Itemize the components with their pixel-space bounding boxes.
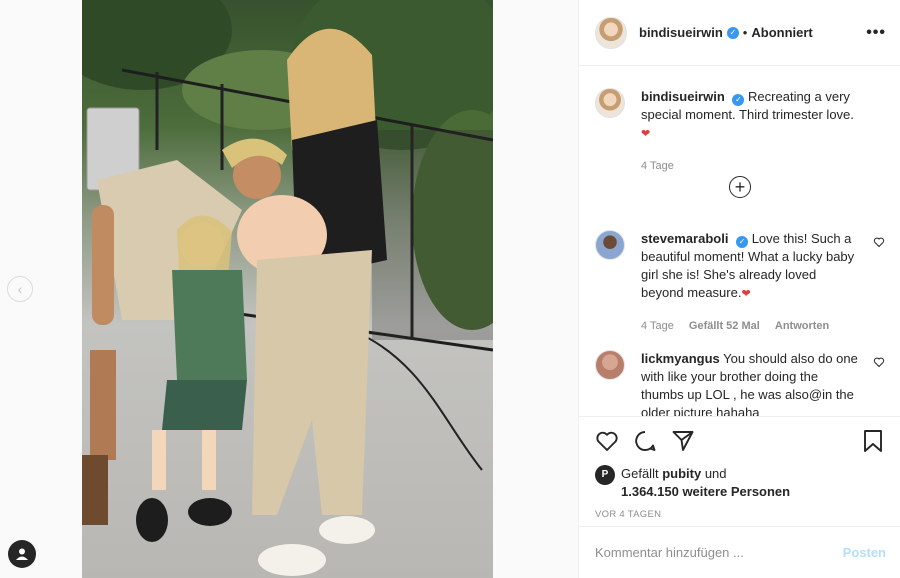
post-sidebar: bindisueirwin ✓ • Abonniert ••• bindisue… (578, 0, 900, 578)
comment-username[interactable]: stevemaraboli (641, 231, 728, 246)
likes-prefix: Gefällt (621, 466, 659, 481)
more-icon[interactable]: ••• (866, 24, 886, 42)
verified-icon: ✓ (732, 94, 745, 106)
caption-item: bindisueirwin ✓ Recreating a very specia… (595, 88, 885, 175)
comment-icon[interactable] (633, 429, 657, 453)
liker-username[interactable]: pubity (662, 466, 701, 481)
commenter-avatar[interactable] (595, 230, 625, 260)
photo-illustration (82, 0, 493, 576)
liker-avatar[interactable]: P (595, 465, 615, 485)
caption-username[interactable]: bindisueirwin (641, 89, 725, 104)
previous-post-button[interactable]: ‹ (7, 276, 33, 302)
profile-button[interactable] (8, 540, 36, 568)
verified-icon: ✓ (726, 26, 739, 39)
comment-item: lickmyangus You should also do one with … (595, 350, 885, 416)
like-comment-icon[interactable] (873, 356, 885, 368)
commenter-avatar[interactable] (595, 350, 625, 380)
like-comment-icon[interactable] (873, 236, 885, 248)
verified-icon: ✓ (736, 236, 749, 248)
comment-input[interactable] (595, 545, 843, 560)
bookmark-icon[interactable] (862, 429, 884, 453)
separator-dot: • (742, 25, 748, 40)
post-header: bindisueirwin ✓ • Abonniert ••• (579, 0, 900, 66)
author-username[interactable]: bindisueirwin (639, 25, 723, 40)
heart-emoji-icon: ❤ (641, 128, 651, 140)
profile-icon (16, 548, 28, 560)
post-actions: P Gefällt pubity und 1.364.150 weitere P… (579, 416, 900, 520)
post-photo[interactable] (82, 0, 493, 578)
follow-status-button[interactable]: Abonniert (751, 25, 812, 40)
heart-icon[interactable] (595, 429, 619, 453)
add-comment-icon[interactable]: + (729, 176, 751, 198)
reply-button[interactable]: Antworten (775, 320, 829, 332)
comment-age[interactable]: 4 Tage (641, 320, 674, 332)
likes-others[interactable]: 1.364.150 weitere Personen (621, 484, 790, 499)
comment-item: stevemaraboli ✓ Love this! Such a beauti… (595, 230, 885, 335)
comment-username[interactable]: lickmyangus (641, 351, 720, 366)
post-comment-button[interactable]: Posten (843, 545, 886, 560)
author-avatar[interactable] (595, 16, 627, 49)
post-date[interactable]: VOR 4 TAGEN (595, 509, 884, 520)
chevron-left-icon: ‹ (17, 281, 23, 297)
add-comment-bar: Posten (579, 526, 900, 578)
share-icon[interactable] (671, 429, 695, 453)
heart-emoji-icon: ❤ (741, 288, 751, 300)
author-avatar[interactable] (595, 88, 625, 118)
comments-list[interactable]: bindisueirwin ✓ Recreating a very specia… (579, 66, 900, 416)
likes-summary: P Gefällt pubity und 1.364.150 weitere P… (595, 465, 884, 501)
likes-joiner: und (704, 466, 727, 481)
caption-age[interactable]: 4 Tage (641, 160, 674, 172)
comment-likes[interactable]: Gefällt 52 Mal (689, 320, 760, 332)
